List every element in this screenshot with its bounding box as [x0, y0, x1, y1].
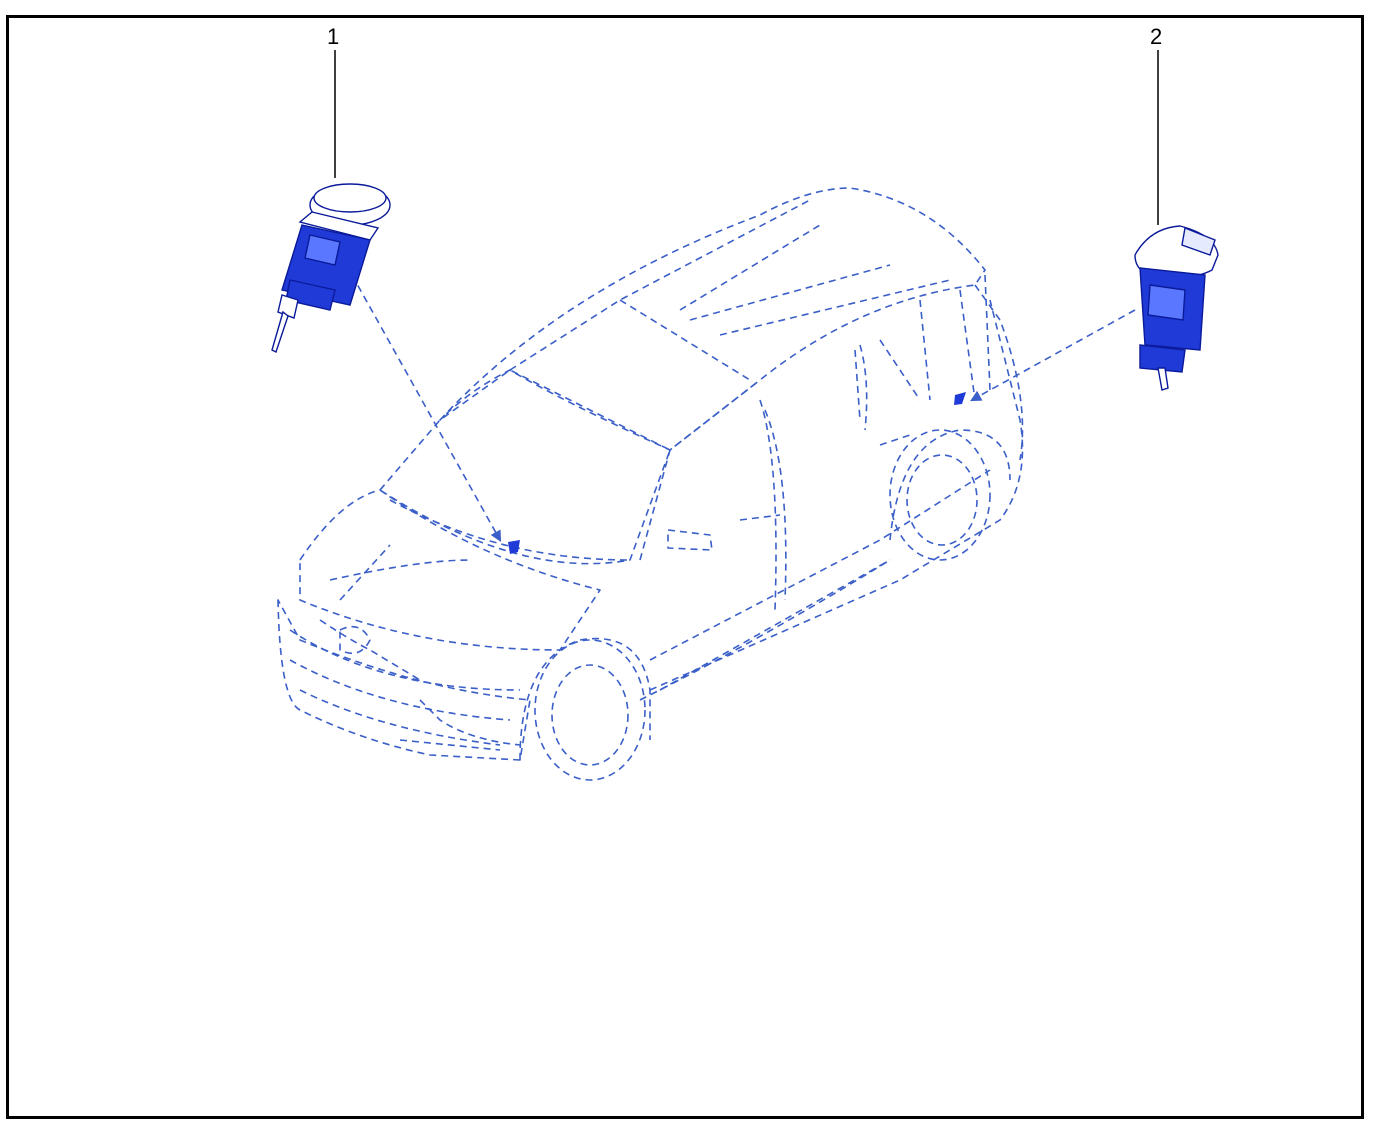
- mount-point-1: [508, 540, 520, 554]
- sensor-part-2-icon: [1134, 225, 1219, 391]
- mount-point-2: [954, 392, 966, 405]
- sensor-part-1-icon: [271, 183, 391, 353]
- arrow-part-1: [351, 274, 502, 542]
- callout-number-2: 2: [1150, 24, 1163, 49]
- callout-number-1: 1: [327, 24, 340, 49]
- exploded-view-diagram: [271, 50, 1219, 781]
- vehicle-outline: [277, 187, 1024, 781]
